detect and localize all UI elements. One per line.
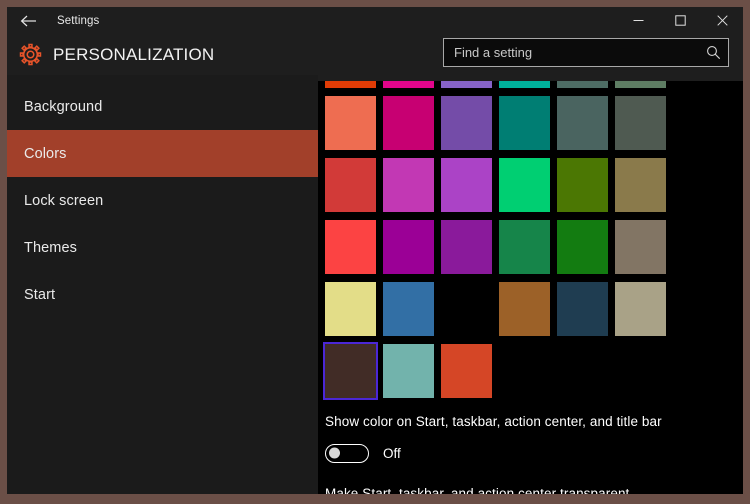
title-bar: Settings (7, 7, 743, 34)
sidebar-item-label: Start (24, 286, 56, 303)
toggle-knob (329, 447, 340, 459)
color-swatch-cell[interactable] (499, 92, 557, 154)
color-swatch-cell[interactable] (325, 92, 383, 154)
color-swatch[interactable] (499, 282, 550, 336)
color-swatch-cell[interactable] (441, 92, 499, 154)
color-swatch[interactable] (323, 342, 378, 400)
sidebar-item-label: Colors (24, 145, 67, 162)
page-title: PERSONALIZATION (53, 44, 215, 64)
color-swatch-cell[interactable] (441, 278, 499, 340)
color-swatch[interactable] (499, 158, 550, 212)
color-swatch-cell[interactable] (323, 340, 383, 402)
color-swatch[interactable] (383, 158, 434, 212)
sidebar-item-lock-screen[interactable]: Lock screen (7, 177, 318, 224)
color-swatch[interactable] (383, 282, 434, 336)
search-icon[interactable] (698, 39, 728, 66)
color-swatch[interactable] (615, 282, 666, 336)
color-swatch[interactable] (325, 158, 376, 212)
color-swatch-cell[interactable] (499, 216, 557, 278)
sidebar-item-background[interactable]: Background (7, 83, 318, 130)
settings-block: Show color on Start, taskbar, action cen… (325, 413, 725, 494)
color-swatch[interactable] (441, 158, 492, 212)
window-inner: Settings PERSONALIZATION Find a setting … (7, 7, 743, 494)
color-swatch[interactable] (499, 220, 550, 274)
maximize-icon[interactable] (659, 7, 701, 34)
color-swatch-cell[interactable] (615, 278, 673, 340)
color-swatch-cell[interactable] (441, 216, 499, 278)
color-swatch[interactable] (499, 96, 550, 150)
close-icon[interactable] (701, 7, 743, 34)
color-swatch-cell[interactable] (383, 154, 441, 216)
sidebar: Background Colors Lock screen Themes Sta… (7, 75, 318, 494)
color-swatch-cell[interactable] (383, 340, 441, 402)
color-swatch-cell[interactable] (557, 92, 615, 154)
color-swatch-cell[interactable] (499, 154, 557, 216)
color-swatch-cell[interactable] (441, 340, 499, 402)
content-pane: Show color on Start, taskbar, action cen… (318, 75, 743, 494)
color-swatch[interactable] (325, 282, 376, 336)
color-swatch-cell[interactable] (615, 92, 673, 154)
sidebar-item-colors[interactable]: Colors (7, 130, 318, 177)
show-color-toggle-row: Off (325, 443, 725, 463)
color-swatch[interactable] (615, 96, 666, 150)
color-swatch[interactable] (325, 220, 376, 274)
color-swatch[interactable] (383, 96, 434, 150)
color-swatch[interactable] (325, 96, 376, 150)
page-header: PERSONALIZATION (7, 34, 743, 75)
color-swatch-cell[interactable] (325, 278, 383, 340)
show-color-toggle[interactable] (325, 443, 369, 463)
show-color-label: Show color on Start, taskbar, action cen… (325, 414, 662, 429)
color-swatch-cell[interactable] (615, 154, 673, 216)
color-swatch[interactable] (441, 282, 492, 336)
color-swatch-cell[interactable] (557, 216, 615, 278)
color-swatch[interactable] (441, 220, 492, 274)
color-swatch-cell[interactable] (615, 216, 673, 278)
color-swatch[interactable] (383, 220, 434, 274)
color-swatch-cell[interactable] (383, 216, 441, 278)
color-swatch[interactable] (557, 96, 608, 150)
color-swatch-cell[interactable] (557, 154, 615, 216)
sidebar-item-label: Lock screen (24, 192, 104, 209)
color-swatch-cell[interactable] (325, 154, 383, 216)
sidebar-item-themes[interactable]: Themes (7, 224, 318, 271)
window-body: Background Colors Lock screen Themes Sta… (7, 75, 743, 494)
accent-color-grid[interactable] (323, 75, 673, 402)
sidebar-item-label: Background (24, 98, 103, 115)
color-swatch-cell[interactable] (383, 92, 441, 154)
color-swatch[interactable] (615, 158, 666, 212)
color-swatch[interactable] (557, 158, 608, 212)
show-color-toggle-state: Off (383, 445, 401, 461)
search-input[interactable] (444, 39, 698, 66)
settings-window: Settings PERSONALIZATION Find a setting … (0, 0, 750, 504)
minimize-icon[interactable] (617, 7, 659, 34)
transparency-label: Make Start, taskbar, and action center t… (325, 485, 630, 494)
color-swatch-cell[interactable] (499, 278, 557, 340)
content-top-mask (318, 75, 743, 81)
color-swatch-cell[interactable] (441, 154, 499, 216)
sidebar-item-start[interactable]: Start (7, 271, 318, 318)
color-swatch-cell[interactable] (325, 216, 383, 278)
sidebar-item-label: Themes (24, 239, 77, 256)
color-swatch-cell[interactable] (557, 278, 615, 340)
color-swatch[interactable] (441, 96, 492, 150)
color-swatch[interactable] (615, 220, 666, 274)
color-swatch[interactable] (557, 282, 608, 336)
window-title: Settings (57, 14, 100, 27)
caption-buttons (617, 7, 743, 34)
color-swatch[interactable] (441, 344, 492, 398)
color-swatch[interactable] (557, 220, 608, 274)
color-swatch[interactable] (383, 344, 434, 398)
search-box[interactable] (443, 38, 729, 67)
color-swatch-cell[interactable] (383, 278, 441, 340)
back-arrow-icon[interactable] (7, 7, 49, 34)
gear-icon (7, 43, 53, 66)
